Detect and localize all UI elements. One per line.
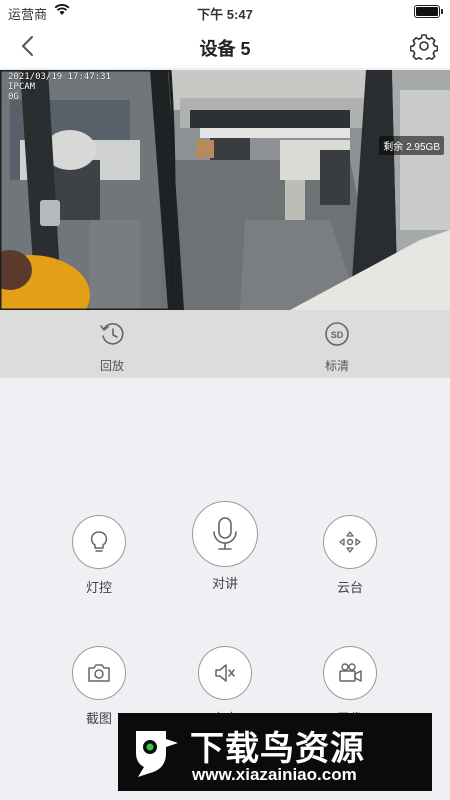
osd-timestamp: 2021/03/19 17:47:31	[8, 72, 111, 82]
bird-logo-icon	[136, 731, 178, 777]
playback-button[interactable]: 回放	[72, 320, 152, 374]
microphone-icon	[213, 517, 237, 550]
light-control-button[interactable]: 灯控	[49, 515, 149, 596]
lightbulb-icon	[90, 531, 108, 552]
speaker-mute-icon	[215, 664, 235, 682]
status-bar: 运营商 下午 5:47	[0, 0, 450, 24]
watermark-url: www.xiazainiao.com	[192, 765, 357, 784]
osd-extra: 0G	[8, 92, 19, 102]
talk-label: 对讲	[211, 576, 238, 591]
watermark-banner: 下载鸟资源 www.xiazainiao.com	[118, 713, 432, 791]
sd-quality-icon: SD	[325, 322, 349, 346]
page-title: 设备 5	[199, 39, 251, 59]
camera-icon	[88, 664, 110, 682]
video-osd: 2021/03/19 17:47:31 IPCAM 0G	[8, 72, 111, 102]
camera-scene	[0, 70, 450, 310]
playback-label: 回放	[99, 359, 124, 373]
ptz-direction-icon	[339, 531, 361, 553]
video-camera-icon	[339, 663, 362, 682]
light-control-label: 灯控	[85, 580, 112, 595]
camera-video-feed[interactable]: 2021/03/19 17:47:31 IPCAM 0G 剩余 2.95GB	[0, 70, 450, 310]
playback-strip: 回放 SD 标清	[0, 310, 450, 378]
nav-bar: 设备 5	[0, 24, 450, 68]
ptz-label: 云台	[336, 580, 363, 595]
ptz-button[interactable]: 云台	[300, 515, 400, 596]
gear-icon[interactable]	[410, 32, 438, 60]
storage-remaining-badge: 剩余 2.95GB	[379, 136, 444, 155]
talk-button[interactable]: 对讲	[175, 501, 275, 592]
quality-button[interactable]: SD 标清	[297, 320, 377, 374]
quality-label: 标清	[324, 359, 349, 373]
watermark-title: 下载鸟资源	[190, 730, 365, 768]
history-icon	[100, 323, 124, 345]
clock: 下午 5:47	[197, 7, 253, 22]
osd-camera-name: IPCAM	[8, 82, 36, 92]
sd-badge-text: SD	[331, 330, 344, 340]
battery-icon	[414, 5, 443, 18]
